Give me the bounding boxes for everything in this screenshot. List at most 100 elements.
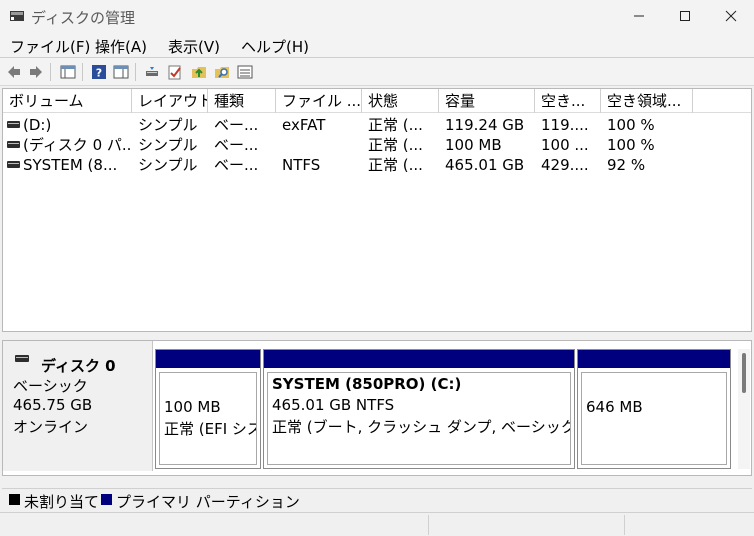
search-folder-icon xyxy=(215,67,229,78)
title-bar: ディスクの管理 xyxy=(0,0,754,32)
disk-status: オンライン xyxy=(13,418,89,436)
menu-action[interactable]: 操作(A) xyxy=(95,36,147,57)
disk-management-app-icon xyxy=(10,11,24,21)
maximize-button[interactable] xyxy=(662,0,708,32)
scrollbar-thumb[interactable] xyxy=(742,353,746,393)
back-button[interactable] xyxy=(5,63,23,81)
cell-percent-free: 92 % xyxy=(607,156,646,174)
table-row[interactable]: (D:) シンプル ベー... exFAT 正常 (... 119.24 GB … xyxy=(3,115,751,135)
cell-status: 正常 (... xyxy=(368,136,423,154)
col-header-type[interactable]: 種類 xyxy=(208,89,276,113)
svg-text:?: ? xyxy=(96,67,102,80)
cell-free-space: 429.... xyxy=(541,156,589,174)
cell-type: ベー... xyxy=(214,116,259,134)
folder-up-button[interactable] xyxy=(190,63,208,81)
disk-type: ベーシック xyxy=(13,377,88,395)
cell-layout: シンプル xyxy=(138,136,198,154)
action-pane-icon xyxy=(113,65,129,79)
forward-button[interactable] xyxy=(27,63,45,81)
col-header-filesystem[interactable]: ファイル ... xyxy=(276,89,362,113)
partition-band xyxy=(578,350,730,368)
vertical-scrollbar[interactable] xyxy=(738,349,750,469)
cell-capacity: 100 MB xyxy=(445,136,502,154)
cell-free-space: 100 ... xyxy=(541,136,589,154)
cell-percent-free: 100 % xyxy=(607,136,655,154)
partition-status: 正常 (ブート, クラッシュ ダンプ, ベーシック データ xyxy=(272,418,571,436)
window-title: ディスクの管理 xyxy=(31,9,135,27)
help-button[interactable]: ? xyxy=(90,63,108,81)
maximize-icon xyxy=(680,11,690,21)
cell-layout: シンプル xyxy=(138,116,198,134)
col-header-layout[interactable]: レイアウト xyxy=(132,89,208,113)
partition-title: SYSTEM (850PRO) (C:) xyxy=(272,375,462,393)
connect-drive-button[interactable] xyxy=(143,63,161,81)
cell-capacity: 119.24 GB xyxy=(445,116,525,134)
folder-up-icon xyxy=(192,67,206,78)
cell-filesystem xyxy=(282,135,360,155)
close-icon xyxy=(725,10,737,22)
table-row[interactable]: SYSTEM (8... シンプル ベー... NTFS 正常 (... 465… xyxy=(3,155,751,175)
disk-graphical-view: ディスク 0 ベーシック 465.75 GB オンライン 100 MB 正常 (… xyxy=(2,340,752,476)
cell-type: ベー... xyxy=(214,136,259,154)
legend-swatch-unallocated xyxy=(9,494,20,505)
drive-icon xyxy=(7,121,20,128)
col-header-free-space[interactable]: 空き... xyxy=(535,89,601,113)
menu-help[interactable]: ヘルプ(H) xyxy=(241,36,309,57)
list-view-button[interactable] xyxy=(236,63,254,81)
help-icon: ? xyxy=(92,65,106,80)
disk-info-panel[interactable]: ディスク 0 ベーシック 465.75 GB オンライン xyxy=(3,341,153,471)
drive-icon xyxy=(7,161,20,168)
partition-size: 465.01 GB NTFS xyxy=(272,396,395,414)
close-button[interactable] xyxy=(708,0,754,32)
table-row[interactable]: (ディスク 0 パ... シンプル ベー... 正常 (... 100 MB 1… xyxy=(3,135,751,155)
forward-arrow-icon xyxy=(30,66,42,78)
cell-volume: (ディスク 0 パ... xyxy=(23,136,131,154)
cell-status: 正常 (... xyxy=(368,156,423,174)
search-folder-button[interactable] xyxy=(213,63,231,81)
partition-band xyxy=(156,350,260,368)
partition-size: 100 MB xyxy=(164,398,221,416)
col-header-percent-free[interactable]: 空き領域... xyxy=(601,89,693,113)
cell-type: ベー... xyxy=(214,156,259,174)
menu-file[interactable]: ファイル(F) xyxy=(10,36,90,57)
cell-free-space: 119.... xyxy=(541,116,589,134)
partition-status: 正常 (EFI シス xyxy=(164,420,257,438)
list-view-icon xyxy=(237,65,253,79)
cell-volume: SYSTEM (8... xyxy=(23,156,118,174)
back-arrow-icon xyxy=(8,66,20,78)
cell-filesystem: NTFS xyxy=(282,156,321,174)
col-header-status[interactable]: 状態 xyxy=(362,89,439,113)
minimize-button[interactable] xyxy=(616,0,662,32)
menu-view[interactable]: 表示(V) xyxy=(168,36,220,57)
partition-system-c[interactable]: SYSTEM (850PRO) (C:) 465.01 GB NTFS 正常 (… xyxy=(263,349,575,469)
status-bar xyxy=(0,512,754,536)
pane-splitter[interactable] xyxy=(0,332,754,340)
cell-percent-free: 100 % xyxy=(607,116,655,134)
disk-name: ディスク 0 xyxy=(41,357,116,375)
minimize-icon xyxy=(634,15,644,17)
col-header-volume[interactable]: ボリューム xyxy=(3,89,132,113)
drive-icon xyxy=(7,141,20,148)
cell-filesystem: exFAT xyxy=(282,116,326,134)
column-header-row: ボリューム レイアウト 種類 ファイル ... 状態 容量 空き... 空き領域… xyxy=(3,89,751,113)
partition-size: 646 MB xyxy=(586,398,643,416)
menu-bar: ファイル(F) 操作(A) 表示(V) ヘルプ(H) xyxy=(0,32,754,58)
show-hide-action-pane-button[interactable] xyxy=(112,63,130,81)
partition-efi[interactable]: 100 MB 正常 (EFI シス xyxy=(155,349,261,469)
disk-size: 465.75 GB xyxy=(13,396,93,414)
show-hide-console-tree-button[interactable] xyxy=(59,63,77,81)
col-header-capacity[interactable]: 容量 xyxy=(439,89,535,113)
connect-drive-icon xyxy=(146,67,158,76)
cell-capacity: 465.01 GB xyxy=(445,156,525,174)
legend-label-primary: プライマリ パーティション xyxy=(116,493,300,511)
partition-band xyxy=(264,350,574,368)
properties-button[interactable] xyxy=(166,63,184,81)
cell-status: 正常 (... xyxy=(368,116,423,134)
partition-recovery[interactable]: 646 MB xyxy=(577,349,731,469)
legend: 未割り当て プライマリ パーティション xyxy=(2,488,752,511)
volume-list: ボリューム レイアウト 種類 ファイル ... 状態 容量 空き... 空き領域… xyxy=(2,88,752,332)
toolbar: ? xyxy=(0,58,754,86)
cell-volume: (D:) xyxy=(23,116,52,134)
legend-swatch-primary xyxy=(101,494,112,505)
disk-icon xyxy=(15,355,29,362)
